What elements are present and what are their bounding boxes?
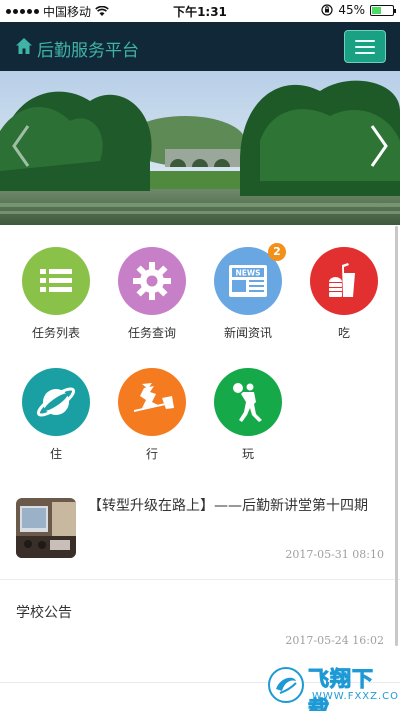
basketball-player-icon (233, 383, 262, 422)
chevron-right-icon[interactable] (364, 121, 394, 171)
news-thumbnail-image (16, 498, 76, 558)
gear-icon (133, 262, 171, 300)
app-title: 后勤服务平台 (37, 41, 139, 61)
menu-item-stay[interactable]: 住 (11, 368, 101, 462)
planet-icon (36, 387, 76, 417)
banner-image (0, 71, 400, 225)
battery-percent: 45% (338, 3, 365, 17)
news-thumbnail (16, 498, 76, 558)
menu-item-news[interactable]: NEWS 2 新闻资讯 (203, 243, 293, 341)
menu-label: 吃 (337, 326, 350, 340)
orientation-lock-icon (321, 4, 333, 16)
battery-cap (394, 8, 396, 13)
banner-carousel[interactable] (0, 71, 400, 225)
news-title: 【转型升级在路上】——后勤新讲堂第十四期 (88, 498, 368, 514)
news-title: 学校公告 (16, 605, 72, 621)
menu-item-task-query[interactable]: 任务查询 (107, 247, 197, 341)
menu-item-task-list[interactable]: 任务列表 (11, 247, 101, 341)
app-screen: 中国移动 下午1:31 45% 后勤服务平台 任务列表 任务查询 NEWS 2 … (0, 0, 400, 711)
chevron-left-icon[interactable] (6, 121, 36, 171)
watermark-emblem (268, 667, 304, 703)
news-date: 2017-05-24 16:02 (285, 634, 384, 647)
menu-label: 行 (145, 447, 158, 461)
menu-icon-circle (214, 368, 282, 436)
news-icon: NEWS (229, 265, 267, 297)
watermark-logo: 飞翔下载 WWW.FXXZ.COM (268, 663, 400, 711)
menu-item-play[interactable]: 玩 (203, 368, 293, 462)
battery-level (372, 6, 381, 14)
witch-broom-icon (134, 383, 174, 412)
menu-icon-circle (22, 247, 90, 315)
status-right: 45% (321, 3, 396, 17)
watermark-url: WWW.FXXZ.COM (312, 691, 400, 702)
news-item[interactable]: 【转型升级在路上】——后勤新讲堂第十四期 2017-05-31 08:10 (0, 482, 400, 580)
menu-label: 住 (49, 447, 62, 461)
watermark-swirl-icon (276, 677, 297, 694)
menu-bar (355, 45, 375, 48)
menu-label: 任务列表 (31, 326, 80, 340)
list-icon (40, 269, 72, 292)
scrollbar[interactable] (395, 226, 398, 646)
status-bar: 中国移动 下午1:31 45% (0, 0, 400, 22)
menu-icon-circle: NEWS 2 (214, 243, 286, 315)
notification-badge: 2 (268, 243, 286, 261)
menu-icon-circle (118, 368, 186, 436)
menu-label: 玩 (241, 447, 254, 461)
menu-icon-circle (22, 368, 90, 436)
menu-label: 新闻资讯 (223, 326, 272, 340)
hamburger-menu-button[interactable] (344, 30, 386, 63)
menu-bar (355, 39, 375, 42)
app-header: 后勤服务平台 (0, 22, 400, 71)
home-icon[interactable] (15, 37, 33, 55)
menu-bar (355, 51, 375, 54)
menu-label: 任务查询 (127, 326, 176, 340)
menu-item-travel[interactable]: 行 (107, 368, 197, 462)
menu-item-eat[interactable]: 吃 (299, 247, 389, 341)
menu-icon-circle (310, 247, 378, 315)
battery-icon (370, 4, 396, 16)
news-date: 2017-05-31 08:10 (285, 548, 384, 561)
watermark-text: 飞翔下载 (308, 667, 374, 711)
menu-icon-circle (118, 247, 186, 315)
drink-food-icon (329, 263, 355, 297)
news-list: 【转型升级在路上】——后勤新讲堂第十四期 2017-05-31 08:10 学校… (0, 482, 400, 683)
svg-text:NEWS: NEWS (235, 269, 260, 278)
